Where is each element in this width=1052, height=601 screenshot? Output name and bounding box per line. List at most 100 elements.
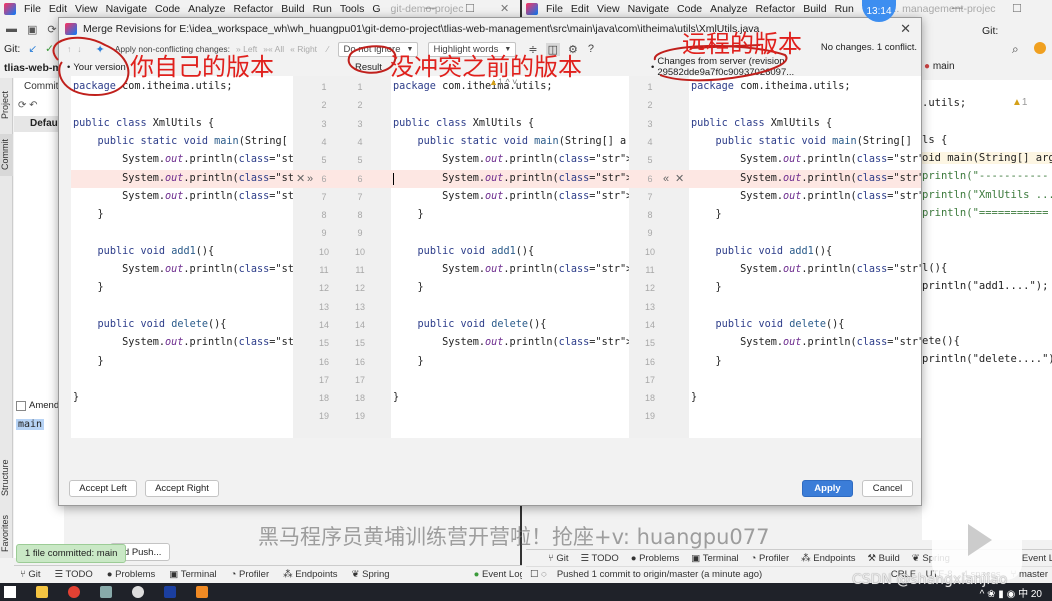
maximize-icon[interactable]: ☐	[1012, 2, 1022, 15]
tab-favorites[interactable]: Favorites	[0, 508, 13, 558]
accept-left-button[interactable]: Accept Left	[69, 480, 137, 497]
tool-todo[interactable]: ☰ TODO	[54, 569, 92, 580]
git-commit-icon[interactable]: ✓	[45, 43, 54, 55]
menu-analyze[interactable]: Analyze	[188, 3, 225, 15]
tab-project[interactable]: Project	[0, 82, 13, 128]
resolve-wand-icon[interactable]: ⁄	[327, 44, 328, 54]
intellij-taskbar-icon[interactable]	[164, 586, 176, 598]
left-tool-strip: Project Commit Structure Favorites	[0, 78, 13, 558]
accept-right-change-icon[interactable]: «	[663, 170, 669, 188]
open-folder-icon[interactable]: ▬	[6, 23, 17, 35]
tool-git[interactable]: ⑂ Git	[548, 553, 568, 564]
help-icon[interactable]: ?	[588, 43, 594, 55]
git-label: Git:	[4, 43, 21, 55]
ignore-right-change-icon[interactable]: ✕	[675, 170, 684, 188]
tool-terminal[interactable]: ▣ Terminal	[691, 553, 738, 564]
menu-tools[interactable]: Tools	[340, 3, 365, 15]
warning-icon[interactable]: ▲1	[1012, 97, 1027, 108]
tool-profiler[interactable]: ◔ Profiler	[231, 569, 269, 580]
menu-file[interactable]: File	[546, 3, 563, 15]
search-icon[interactable]: ⌕	[1012, 42, 1019, 57]
update-icon[interactable]	[1034, 42, 1046, 54]
menu-edit[interactable]: Edit	[49, 3, 67, 15]
tool-endpoints[interactable]: ⁂ Endpoints	[283, 569, 337, 580]
code-right-14: ete(){	[922, 335, 960, 347]
minimize-icon[interactable]: —	[952, 2, 963, 14]
ignore-left-change-icon[interactable]: ✕	[296, 170, 305, 188]
tool-profiler[interactable]: ◔ Profiler	[751, 553, 789, 564]
minimize-icon[interactable]: —	[425, 2, 436, 14]
annotation-before-conflict: 没冲突之前的版本	[390, 53, 582, 81]
prev-diff-icon[interactable]: ↑	[67, 44, 71, 54]
result-code-pane[interactable]: package com.itheima.utils; public class X…	[391, 76, 629, 438]
git-update-icon[interactable]: ↙	[28, 43, 37, 55]
accept-left-change-icon[interactable]: »	[307, 170, 313, 188]
app-icon-2[interactable]	[132, 586, 144, 598]
tool-endpoints[interactable]: ⁂ Endpoints	[801, 553, 855, 564]
commit-message-text[interactable]: main	[16, 419, 45, 430]
magic-resolve-icon[interactable]: ✦	[96, 43, 105, 56]
app-icon[interactable]	[100, 586, 112, 598]
tool-spring[interactable]: ❦ Spring	[352, 569, 390, 580]
menu-analyze[interactable]: Analyze	[710, 3, 747, 15]
tool-event-log[interactable]: Event Log	[1022, 553, 1052, 564]
save-icon[interactable]: ▣	[27, 23, 37, 36]
commit-tab[interactable]: Commit	[24, 81, 58, 92]
tool-problems[interactable]: ● Problems	[107, 569, 156, 580]
apply-right-button[interactable]: « Right	[290, 44, 317, 54]
line-number: 16	[644, 356, 655, 367]
tool-terminal[interactable]: ▣ Terminal	[169, 569, 216, 580]
dialog-close-icon[interactable]: ✕	[900, 21, 911, 37]
app-icon-3[interactable]	[196, 586, 208, 598]
tool-todo[interactable]: ☰ TODO	[580, 553, 618, 564]
line-number: 9	[647, 228, 653, 239]
tab-commit-vertical[interactable]: Commit	[0, 134, 13, 176]
menu-build[interactable]: Build	[803, 3, 826, 15]
tab-structure[interactable]: Structure	[0, 453, 13, 503]
editor-right[interactable]	[922, 80, 1052, 540]
menu-view[interactable]: View	[597, 3, 620, 15]
line-number: 14	[318, 319, 329, 330]
menu-code[interactable]: Code	[677, 3, 702, 15]
status-message[interactable]: Pushed 1 commit to origin/master (a minu…	[557, 569, 762, 580]
left-code-pane[interactable]: package com.itheima.utils; public class X…	[71, 76, 293, 438]
maximize-icon[interactable]: ☐	[465, 2, 475, 15]
menu-refactor[interactable]: Refactor	[756, 3, 796, 15]
right-code-line: package com.itheima.utils;	[691, 81, 851, 92]
right-code-pane[interactable]: package com.itheima.utils; public class X…	[689, 76, 921, 438]
line-number: 19	[354, 411, 365, 422]
menu-view[interactable]: View	[75, 3, 98, 15]
menu-edit[interactable]: Edit	[571, 3, 589, 15]
accept-right-button[interactable]: Accept Right	[145, 480, 219, 497]
apply-button[interactable]: Apply	[802, 480, 853, 497]
result-code-line: }	[393, 209, 424, 221]
checkbox-box[interactable]	[16, 400, 26, 411]
tool-event-log[interactable]: ● Event Log	[474, 569, 525, 580]
menu-file[interactable]: File	[24, 3, 41, 15]
next-diff-icon[interactable]: ↓	[77, 44, 81, 54]
sync-icon[interactable]: ⟳	[47, 23, 56, 36]
menu-run[interactable]: Run	[313, 3, 332, 15]
menu-run[interactable]: Run	[835, 3, 854, 15]
tool-problems[interactable]: ● Problems	[631, 553, 680, 564]
tool-git[interactable]: ⑂ Git	[20, 569, 40, 580]
tool-build[interactable]: ⚒ Build	[868, 553, 900, 564]
windows-start-icon[interactable]	[4, 586, 16, 598]
menu-refactor[interactable]: Refactor	[234, 3, 274, 15]
video-play-overlay[interactable]	[932, 500, 1022, 580]
branch-tab[interactable]: ● main	[924, 61, 955, 72]
menu-navigate[interactable]: Navigate	[628, 3, 669, 15]
file-explorer-icon[interactable]	[36, 586, 48, 598]
refresh-icon[interactable]: ⟳ ↶	[18, 100, 38, 111]
branch-icon: ●	[924, 61, 931, 72]
chrome-icon[interactable]	[68, 586, 80, 598]
close-window-icon[interactable]: ✕	[500, 2, 509, 15]
menu-navigate[interactable]: Navigate	[106, 3, 147, 15]
changelist-default[interactable]: Defaul	[14, 116, 64, 132]
amend-checkbox[interactable]: Amend	[16, 400, 59, 411]
right-code-line: System.out.println(class="str">"XmlUtils	[691, 172, 921, 184]
menu-build[interactable]: Build	[281, 3, 304, 15]
cancel-button[interactable]: Cancel	[862, 480, 913, 497]
menu-code[interactable]: Code	[155, 3, 180, 15]
menu-git[interactable]: G	[372, 3, 380, 15]
